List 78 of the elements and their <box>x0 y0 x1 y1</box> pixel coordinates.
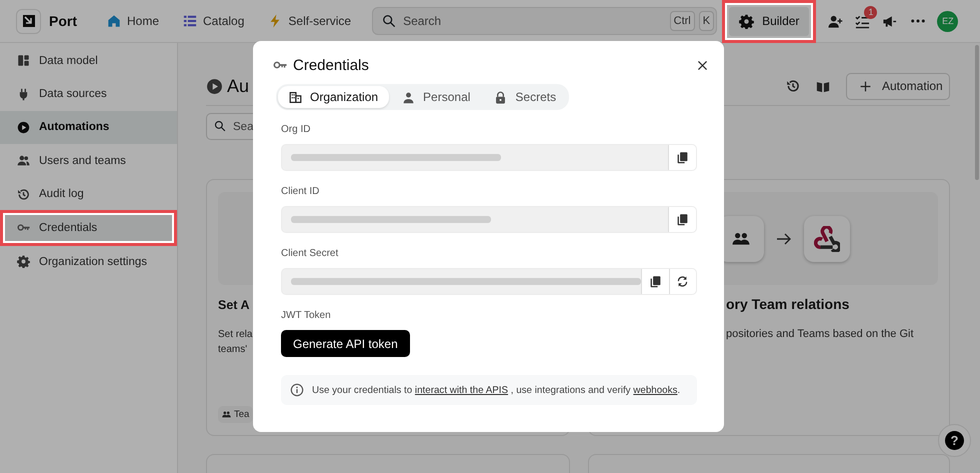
team-icon <box>222 410 231 419</box>
credential-field[interactable] <box>281 144 697 171</box>
logo-icon[interactable] <box>16 8 41 34</box>
docs-button[interactable] <box>816 79 830 93</box>
checklist-icon <box>855 14 870 28</box>
tab[interactable]: Personal <box>391 86 482 108</box>
nav-link[interactable]: Home <box>107 14 160 28</box>
invite-user-button[interactable] <box>828 14 844 28</box>
search-icon <box>382 14 396 28</box>
history-icon <box>786 79 800 93</box>
copy-button[interactable] <box>668 145 696 170</box>
users-icon <box>17 154 30 168</box>
link[interactable]: webhooks <box>633 384 678 396</box>
book-icon <box>816 79 830 93</box>
sidebar-item[interactable]: Users and teams <box>0 144 177 178</box>
settings-icon <box>739 14 754 28</box>
info-icon <box>290 383 304 397</box>
close-icon <box>696 58 709 72</box>
sidebar-item[interactable]: Data model <box>0 44 177 78</box>
copy-button[interactable] <box>641 269 668 294</box>
field-label: Client ID <box>281 186 320 198</box>
more-icon <box>911 19 926 23</box>
field-label: JWT Token <box>281 310 331 322</box>
tasks-button[interactable] <box>855 14 870 28</box>
lock-icon <box>494 90 508 104</box>
copy-icon <box>676 151 689 164</box>
webhook-icon <box>814 226 840 252</box>
refresh-icon <box>676 275 690 288</box>
sidebar-item[interactable]: Credentials <box>5 214 172 241</box>
add-user-icon <box>828 14 844 28</box>
megaphone-icon <box>882 14 898 28</box>
sidebar-item[interactable]: Data sources <box>0 77 177 111</box>
lightning-icon <box>268 14 282 28</box>
play-icon <box>17 120 30 134</box>
regenerate-button[interactable] <box>668 269 696 294</box>
generate-token-button[interactable]: Generate API token <box>281 330 410 357</box>
card-title: Set A <box>218 298 250 312</box>
announcements-button[interactable] <box>882 14 898 28</box>
field-label: Org ID <box>281 124 310 136</box>
new-automation-button[interactable]: Automation <box>846 72 950 100</box>
search-icon <box>214 120 226 132</box>
link[interactable]: interact with the APIS <box>414 384 508 396</box>
tab[interactable]: Organization <box>278 86 390 108</box>
credential-field[interactable] <box>281 206 697 233</box>
close-button[interactable] <box>696 58 709 72</box>
sidebar-item[interactable]: Automations <box>0 110 177 144</box>
person-icon <box>402 90 416 104</box>
history-button[interactable] <box>786 79 800 93</box>
copy-icon <box>676 213 689 226</box>
building-icon <box>289 90 302 104</box>
credential-field[interactable] <box>281 268 697 295</box>
copy-icon <box>648 275 662 288</box>
dialog-title: Credentials <box>293 56 370 74</box>
field-label: Client Secret <box>281 248 338 260</box>
list-icon <box>183 14 198 28</box>
arrow-icon <box>776 230 792 246</box>
play-icon <box>206 78 223 94</box>
brand-name: Port <box>49 13 77 29</box>
plug-icon <box>17 88 30 101</box>
builder-button[interactable]: Builder <box>729 6 810 36</box>
house-icon <box>107 14 121 28</box>
history-icon <box>17 188 30 201</box>
nav-link[interactable]: Self-service <box>268 14 352 28</box>
copy-button[interactable] <box>668 207 696 232</box>
layout-icon <box>17 54 30 68</box>
settings-icon <box>17 255 30 268</box>
page-title: Au <box>227 76 250 96</box>
scrollbar[interactable] <box>975 45 979 180</box>
card-description: positories and Teams based on the Git <box>726 327 914 342</box>
shortcut-key: Ctrl <box>670 11 695 31</box>
card-description: Set rela teams' <box>218 328 252 357</box>
tab[interactable]: Secrets <box>483 86 568 108</box>
card-tag: Tea <box>218 406 254 423</box>
plus-icon <box>859 80 872 92</box>
shortcut-key: K <box>698 11 714 31</box>
nav-link[interactable]: Catalog <box>183 14 244 28</box>
notification-badge: 1 <box>864 6 878 18</box>
card-title: ory Team relations <box>726 296 850 312</box>
